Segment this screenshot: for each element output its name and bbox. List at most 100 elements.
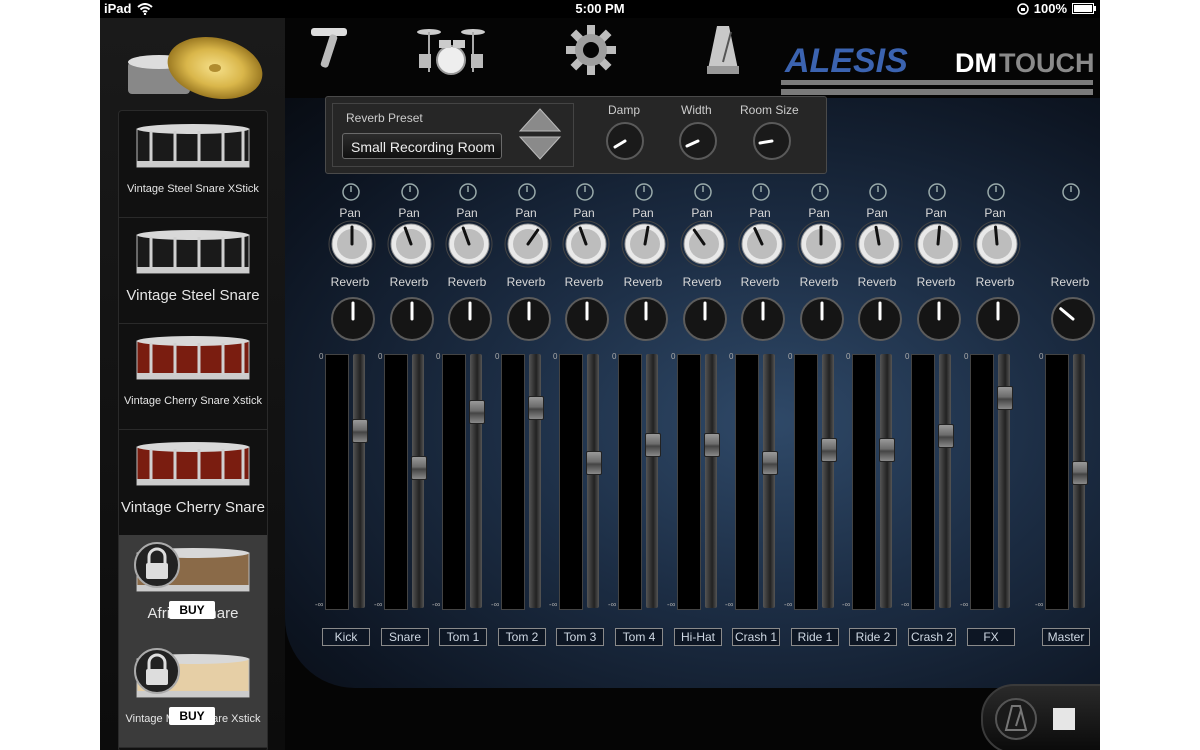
kit-label: Vintage Cherry Snare Xstick bbox=[124, 395, 262, 407]
reverb-label: Reverb bbox=[799, 275, 839, 289]
volume-fader[interactable] bbox=[353, 354, 365, 608]
reverb-label: Reverb bbox=[1050, 275, 1090, 289]
pan-indicator-icon bbox=[635, 183, 653, 201]
scale-top-label: 0 bbox=[788, 352, 793, 361]
volume-fader[interactable] bbox=[705, 354, 717, 608]
fader-handle[interactable] bbox=[997, 386, 1013, 411]
reverb-label: Reverb bbox=[916, 275, 956, 289]
fader-handle[interactable] bbox=[469, 400, 485, 425]
fader-handle[interactable] bbox=[645, 432, 661, 457]
kit-item-locked[interactable]: African Snare BUY bbox=[119, 535, 267, 642]
fader-handle[interactable] bbox=[821, 437, 837, 462]
fader-handle[interactable] bbox=[879, 437, 895, 462]
pan-knob[interactable] bbox=[328, 220, 376, 268]
pan-knob[interactable] bbox=[738, 220, 786, 268]
fader-handle[interactable] bbox=[762, 451, 778, 476]
kit-item[interactable]: Vintage Cherry Snare bbox=[119, 429, 267, 536]
preset-down-arrow-icon[interactable] bbox=[518, 136, 562, 160]
scale-bottom-label: -∞ bbox=[374, 600, 383, 609]
scale-bottom-label: -∞ bbox=[901, 600, 910, 609]
fader-handle[interactable] bbox=[352, 418, 368, 443]
fader-handle[interactable] bbox=[411, 456, 427, 481]
volume-fader[interactable] bbox=[587, 354, 599, 608]
preset-up-arrow-icon[interactable] bbox=[518, 108, 562, 132]
scale-bottom-label: -∞ bbox=[1035, 600, 1044, 609]
level-meter bbox=[1045, 354, 1069, 610]
metronome-toggle-icon[interactable] bbox=[993, 696, 1039, 742]
damp-knob[interactable] bbox=[605, 121, 645, 161]
reverb-send-knob[interactable] bbox=[387, 294, 437, 344]
reverb-send-knob[interactable] bbox=[445, 294, 495, 344]
reverb-send-knob[interactable] bbox=[621, 294, 671, 344]
kit-list[interactable]: Vintage Steel Snare XStick Vintage Steel… bbox=[118, 110, 268, 750]
pan-knob[interactable] bbox=[504, 220, 552, 268]
reverb-send-knob[interactable] bbox=[562, 294, 612, 344]
scale-bottom-label: -∞ bbox=[725, 600, 734, 609]
svg-text:TOUCH: TOUCH bbox=[999, 48, 1095, 78]
pan-label: Pan bbox=[866, 206, 888, 220]
channel-name: Ride 2 bbox=[849, 628, 897, 646]
preset-stepper[interactable] bbox=[518, 107, 562, 163]
pan-indicator-icon bbox=[518, 183, 536, 201]
volume-fader[interactable] bbox=[412, 354, 424, 608]
kit-item[interactable]: Vintage Cherry Snare Xstick bbox=[119, 323, 267, 430]
pan-label: Pan bbox=[925, 206, 947, 220]
reverb-send-knob[interactable] bbox=[855, 294, 905, 344]
volume-fader[interactable] bbox=[880, 354, 892, 608]
fader-handle[interactable] bbox=[528, 395, 544, 420]
pan-knob[interactable] bbox=[562, 220, 610, 268]
pan-knob[interactable] bbox=[387, 220, 435, 268]
buy-button[interactable]: BUY bbox=[169, 707, 215, 725]
ipad-screen: iPad 5:00 PM 100% Vintage Steel Snare XS… bbox=[100, 0, 1100, 750]
reverb-send-knob[interactable] bbox=[328, 294, 378, 344]
pan-knob[interactable] bbox=[621, 220, 669, 268]
reverb-send-knob[interactable] bbox=[1048, 294, 1098, 344]
level-meter bbox=[794, 354, 818, 610]
kit-item[interactable]: Vintage Steel Snare bbox=[119, 217, 267, 324]
cymbal-snare-icon[interactable] bbox=[120, 28, 270, 108]
width-knob[interactable] bbox=[678, 121, 718, 161]
fader-handle[interactable] bbox=[1072, 460, 1088, 485]
volume-fader[interactable] bbox=[822, 354, 834, 608]
pan-knob[interactable] bbox=[797, 220, 845, 268]
gear-icon[interactable] bbox=[565, 24, 617, 76]
level-meter bbox=[384, 354, 408, 610]
level-meter bbox=[911, 354, 935, 610]
pan-knob[interactable] bbox=[855, 220, 903, 268]
stop-button[interactable] bbox=[1049, 704, 1079, 734]
pan-knob[interactable] bbox=[973, 220, 1021, 268]
fader-handle[interactable] bbox=[938, 423, 954, 448]
kit-item-locked[interactable]: Vintage Maple Snare Xstick BUY bbox=[119, 641, 267, 748]
reverb-preset-field[interactable]: Small Recording Room bbox=[342, 133, 502, 159]
reverb-send-knob[interactable] bbox=[797, 294, 847, 344]
pan-knob[interactable] bbox=[680, 220, 728, 268]
metronome-icon[interactable] bbox=[705, 24, 741, 78]
level-meter bbox=[442, 354, 466, 610]
pan-indicator-icon bbox=[811, 183, 829, 201]
room-size-knob[interactable] bbox=[752, 121, 792, 161]
channel-name: Tom 1 bbox=[439, 628, 487, 646]
channel-name: Tom 2 bbox=[498, 628, 546, 646]
volume-fader[interactable] bbox=[646, 354, 658, 608]
drum-kit-icon[interactable] bbox=[413, 24, 489, 78]
pan-knob[interactable] bbox=[914, 220, 962, 268]
buy-button[interactable]: BUY bbox=[169, 601, 215, 619]
reverb-send-knob[interactable] bbox=[738, 294, 788, 344]
volume-fader[interactable] bbox=[763, 354, 775, 608]
reverb-send-knob[interactable] bbox=[504, 294, 554, 344]
level-meter bbox=[618, 354, 642, 610]
pan-label: Pan bbox=[749, 206, 771, 220]
kit-item[interactable]: Vintage Steel Snare XStick bbox=[119, 111, 267, 218]
fader-handle[interactable] bbox=[704, 432, 720, 457]
volume-fader[interactable] bbox=[529, 354, 541, 608]
reverb-send-knob[interactable] bbox=[914, 294, 964, 344]
pan-knob[interactable] bbox=[445, 220, 493, 268]
volume-fader[interactable] bbox=[939, 354, 951, 608]
reverb-send-knob[interactable] bbox=[680, 294, 730, 344]
pan-indicator-icon bbox=[869, 183, 887, 201]
drum-key-icon[interactable] bbox=[307, 24, 351, 74]
fader-handle[interactable] bbox=[586, 451, 602, 476]
kit-label: Vintage Cherry Snare bbox=[121, 499, 265, 516]
reverb-send-knob[interactable] bbox=[973, 294, 1023, 344]
volume-fader[interactable] bbox=[470, 354, 482, 608]
